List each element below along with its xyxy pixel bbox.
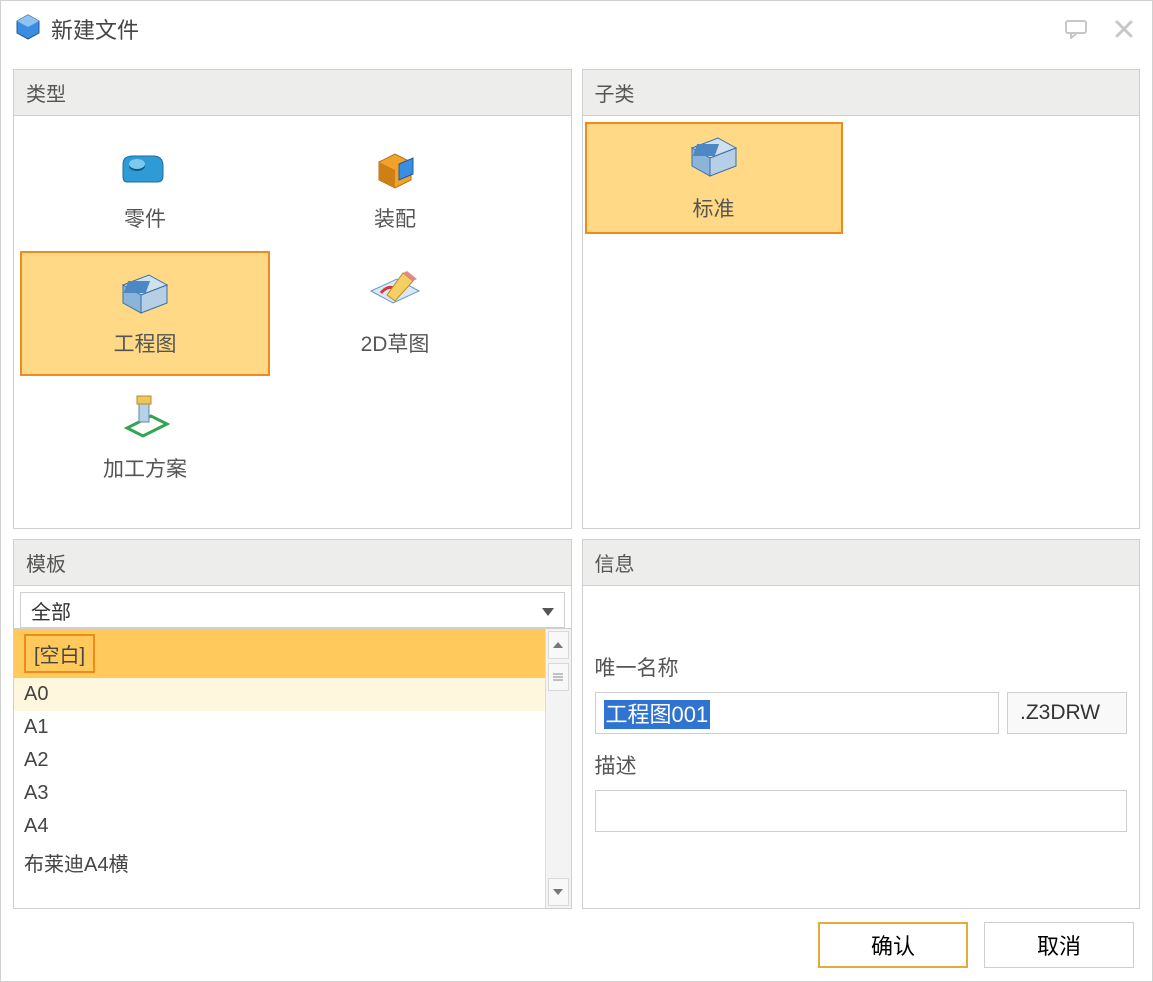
name-label: 唯一名称 [595,652,1128,682]
template-panel: 模板 全部 [空白] A0 A1 A2 A3 A4 布莱迪A4横 [13,539,572,909]
template-row[interactable]: A3 [14,777,545,810]
standard-icon [685,133,743,183]
main-content: 类型 零件 装配 [1,57,1152,909]
template-header: 模板 [14,540,571,586]
info-header: 信息 [583,540,1140,586]
assembly-icon [366,145,424,195]
type-item-assembly[interactable]: 装配 [270,126,520,251]
dialog-title: 新建文件 [51,13,1042,45]
type-label: 零件 [124,203,166,233]
desc-input[interactable] [595,790,1128,832]
comment-icon[interactable] [1062,15,1090,43]
template-row[interactable]: A0 [14,678,545,711]
ok-button[interactable]: 确认 [818,922,968,968]
type-header: 类型 [14,70,571,116]
template-scrollbar[interactable] [545,628,571,908]
chevron-down-icon [542,599,554,622]
template-row[interactable]: [空白] [24,634,95,673]
extension-label: .Z3DRW [1007,692,1127,734]
type-label: 装配 [374,203,416,233]
info-panel: 信息 唯一名称 工程图001 .Z3DRW 描述 [582,539,1141,909]
type-item-cam[interactable]: 加工方案 [20,376,270,501]
template-row[interactable]: A4 [14,810,545,843]
subtype-panel: 子类 标准 [582,69,1141,529]
cancel-button[interactable]: 取消 [984,922,1134,968]
part-icon [116,145,174,195]
type-label: 2D草图 [361,328,430,358]
app-icon [15,13,41,46]
type-label: 加工方案 [103,453,187,483]
cam-icon [116,395,174,445]
subtype-header: 子类 [583,70,1140,116]
template-row[interactable]: A2 [14,744,545,777]
scroll-down-icon[interactable] [548,878,569,906]
new-file-dialog: 新建文件 类型 零件 [0,0,1153,982]
type-panel: 类型 零件 装配 [13,69,572,529]
name-value: 工程图001 [604,700,711,729]
dialog-footer: 确认 取消 [1,909,1152,981]
sketch-icon [366,270,424,320]
type-item-drawing[interactable]: 工程图 [20,251,270,376]
subtype-label: 标准 [693,193,735,223]
template-filter-value: 全部 [31,596,71,625]
template-filter-dropdown[interactable]: 全部 [20,592,565,628]
close-icon[interactable] [1110,15,1138,43]
template-row[interactable]: 布莱迪A4横 [14,843,545,882]
scroll-grip-icon[interactable] [548,663,569,691]
template-row[interactable]: A1 [14,711,545,744]
desc-label: 描述 [595,750,1128,780]
type-item-2dsketch[interactable]: 2D草图 [270,251,520,376]
name-input[interactable]: 工程图001 [595,692,1000,734]
type-item-part[interactable]: 零件 [20,126,270,251]
drawing-icon [116,270,174,320]
type-label: 工程图 [114,328,177,358]
scroll-up-icon[interactable] [548,631,569,659]
titlebar: 新建文件 [1,1,1152,57]
subtype-item-standard[interactable]: 标准 [585,122,843,234]
template-list[interactable]: [空白] A0 A1 A2 A3 A4 布莱迪A4横 [14,628,545,908]
